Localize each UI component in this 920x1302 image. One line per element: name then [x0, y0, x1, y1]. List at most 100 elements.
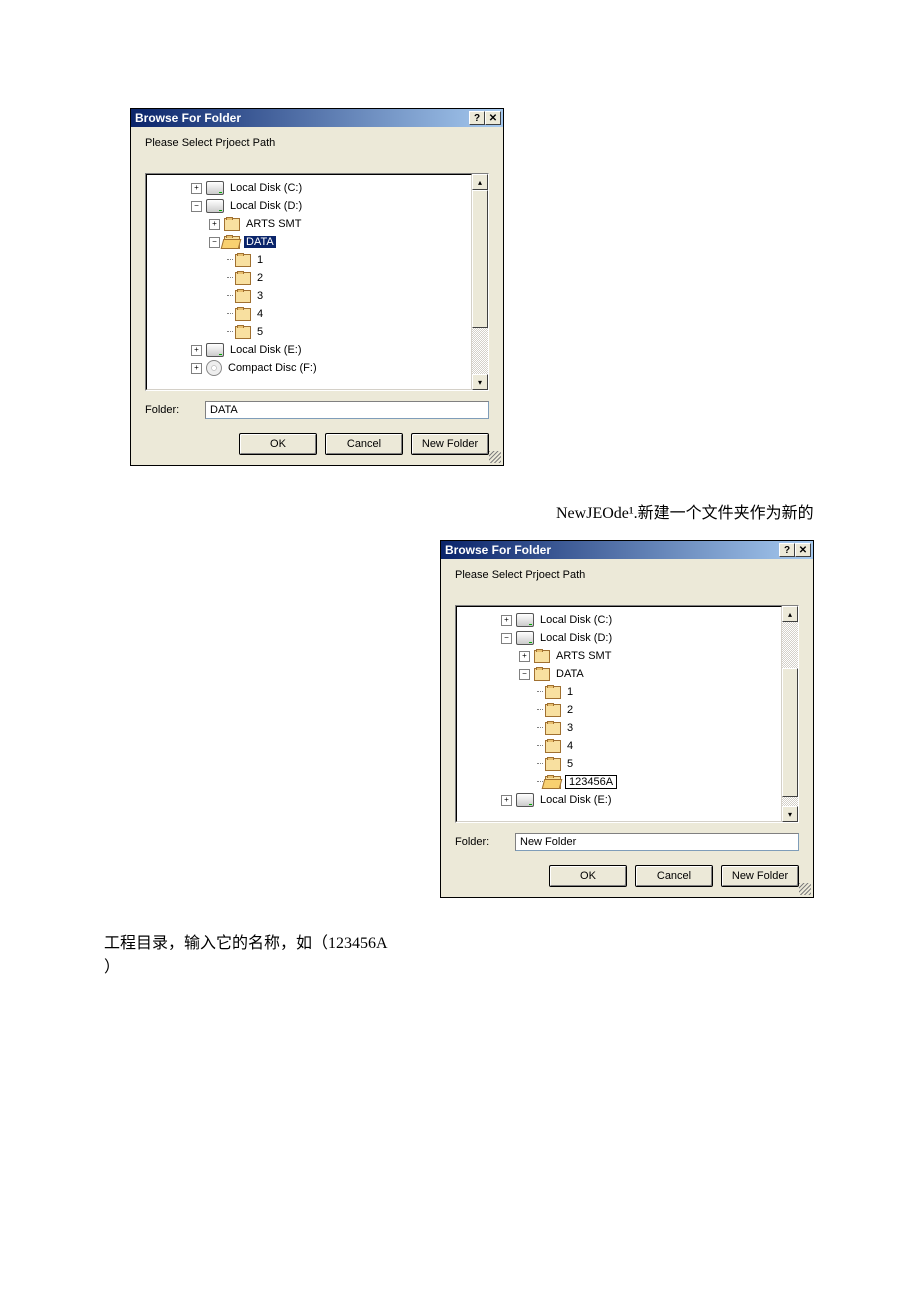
node-local-disk-e[interactable]: Local Disk (E:) — [228, 344, 304, 356]
folder-open-icon — [224, 236, 240, 249]
node-2[interactable]: 2 — [255, 272, 265, 284]
folder-icon — [545, 686, 561, 699]
node-local-disk-d[interactable]: Local Disk (D:) — [538, 632, 614, 644]
collapse-d-icon[interactable]: − — [191, 201, 202, 212]
folder-tree: + Local Disk (C:) − Local Disk (D:) + ARTS … — [145, 173, 489, 391]
browse-for-folder-dialog-2: Browse For Folder ? ✕ Please Select Prjo… — [440, 540, 814, 898]
folder-icon — [224, 218, 240, 231]
scroll-thumb[interactable] — [782, 668, 798, 797]
folder-icon — [534, 650, 550, 663]
folder-icon — [235, 308, 251, 321]
node-data[interactable]: DATA — [244, 236, 276, 248]
folder-icon — [235, 326, 251, 339]
scroll-down-icon[interactable]: ▾ — [782, 806, 798, 822]
resize-grip-icon[interactable] — [489, 451, 501, 463]
node-5[interactable]: 5 — [255, 326, 265, 338]
disk-icon — [516, 613, 534, 627]
folder-icon — [545, 722, 561, 735]
resize-grip-icon[interactable] — [799, 883, 811, 895]
cd-icon — [206, 360, 222, 376]
titlebar-text: Browse For Folder — [135, 111, 241, 125]
browse-for-folder-dialog-1: Browse For Folder ? ✕ Please Select Prjo… — [130, 108, 504, 466]
node-local-disk-c[interactable]: Local Disk (C:) — [538, 614, 614, 626]
collapse-data-icon[interactable]: − — [519, 669, 530, 680]
node-local-disk-d[interactable]: Local Disk (D:) — [228, 200, 304, 212]
folder-icon — [545, 704, 561, 717]
folder-row: Folder: — [455, 833, 799, 851]
close-button[interactable]: ✕ — [485, 111, 501, 125]
expand-arts-icon[interactable]: + — [519, 651, 530, 662]
folder-icon — [235, 272, 251, 285]
expand-e-icon[interactable]: + — [191, 345, 202, 356]
folder-open-icon — [545, 776, 561, 789]
folder-icon — [545, 758, 561, 771]
node-local-disk-e[interactable]: Local Disk (E:) — [538, 794, 614, 806]
node-arts-smt[interactable]: ARTS SMT — [244, 218, 303, 230]
titlebar[interactable]: Browse For Folder ? ✕ — [441, 541, 813, 559]
node-3[interactable]: 3 — [255, 290, 265, 302]
new-folder-button[interactable]: New Folder — [721, 865, 799, 887]
tree-inner[interactable]: + Local Disk (C:) − Local Disk (D:) + ARTS … — [146, 174, 472, 390]
collapse-data-icon[interactable]: − — [209, 237, 220, 248]
disk-icon — [206, 181, 224, 195]
node-1[interactable]: 1 — [565, 686, 575, 698]
caption-2-line2: ） — [104, 956, 120, 980]
button-row: OK Cancel New Folder — [131, 427, 503, 465]
node-3[interactable]: 3 — [565, 722, 575, 734]
folder-icon — [235, 254, 251, 267]
scroll-thumb[interactable] — [472, 190, 488, 328]
scroll-down-icon[interactable]: ▾ — [472, 374, 488, 390]
node-5[interactable]: 5 — [565, 758, 575, 770]
disk-icon — [206, 199, 224, 213]
new-folder-button[interactable]: New Folder — [411, 433, 489, 455]
node-data[interactable]: DATA — [554, 668, 586, 680]
node-local-disk-c[interactable]: Local Disk (C:) — [228, 182, 304, 194]
expand-arts-icon[interactable]: + — [209, 219, 220, 230]
caption-1: NewJEOde¹.新建一个文件夹作为新的 — [556, 502, 814, 526]
vertical-scrollbar[interactable]: ▴ ▾ — [782, 606, 798, 822]
scroll-track[interactable] — [472, 190, 488, 374]
help-button[interactable]: ? — [779, 543, 795, 557]
expand-e-icon[interactable]: + — [501, 795, 512, 806]
node-arts-smt[interactable]: ARTS SMT — [554, 650, 613, 662]
node-4[interactable]: 4 — [565, 740, 575, 752]
disk-icon — [516, 631, 534, 645]
scroll-up-icon[interactable]: ▴ — [472, 174, 488, 190]
prompt-text: Please Select Prjoect Path — [131, 127, 503, 153]
node-1[interactable]: 1 — [255, 254, 265, 266]
button-row: OK Cancel New Folder — [441, 859, 813, 897]
disk-icon — [516, 793, 534, 807]
tree-inner[interactable]: + Local Disk (C:) − Local Disk (D:) + ARTS … — [456, 606, 782, 822]
ok-button[interactable]: OK — [239, 433, 317, 455]
ok-button[interactable]: OK — [549, 865, 627, 887]
node-compact-disc-f[interactable]: Compact Disc (F:) — [226, 362, 319, 374]
cancel-button[interactable]: Cancel — [635, 865, 713, 887]
expand-c-icon[interactable]: + — [191, 183, 202, 194]
vertical-scrollbar[interactable]: ▴ ▾ — [472, 174, 488, 390]
titlebar-text: Browse For Folder — [445, 543, 551, 557]
scroll-track[interactable] — [782, 622, 798, 806]
folder-row: Folder: — [145, 401, 489, 419]
cancel-button[interactable]: Cancel — [325, 433, 403, 455]
help-button[interactable]: ? — [469, 111, 485, 125]
node-new-folder-rename[interactable]: 123456A — [565, 775, 617, 789]
disk-icon — [206, 343, 224, 357]
folder-input[interactable] — [515, 833, 799, 851]
prompt-text: Please Select Prjoect Path — [441, 559, 813, 585]
folder-input[interactable] — [205, 401, 489, 419]
scroll-up-icon[interactable]: ▴ — [782, 606, 798, 622]
close-button[interactable]: ✕ — [795, 543, 811, 557]
node-4[interactable]: 4 — [255, 308, 265, 320]
caption-2-line1: 工程目录，输入它的名称，如（123456A — [104, 932, 388, 956]
folder-icon — [235, 290, 251, 303]
collapse-d-icon[interactable]: − — [501, 633, 512, 644]
folder-icon — [545, 740, 561, 753]
expand-c-icon[interactable]: + — [501, 615, 512, 626]
folder-icon — [534, 668, 550, 681]
folder-label: Folder: — [145, 404, 205, 416]
node-2[interactable]: 2 — [565, 704, 575, 716]
titlebar[interactable]: Browse For Folder ? ✕ — [131, 109, 503, 127]
folder-label: Folder: — [455, 836, 515, 848]
expand-f-icon[interactable]: + — [191, 363, 202, 374]
folder-tree: + Local Disk (C:) − Local Disk (D:) + ARTS … — [455, 605, 799, 823]
